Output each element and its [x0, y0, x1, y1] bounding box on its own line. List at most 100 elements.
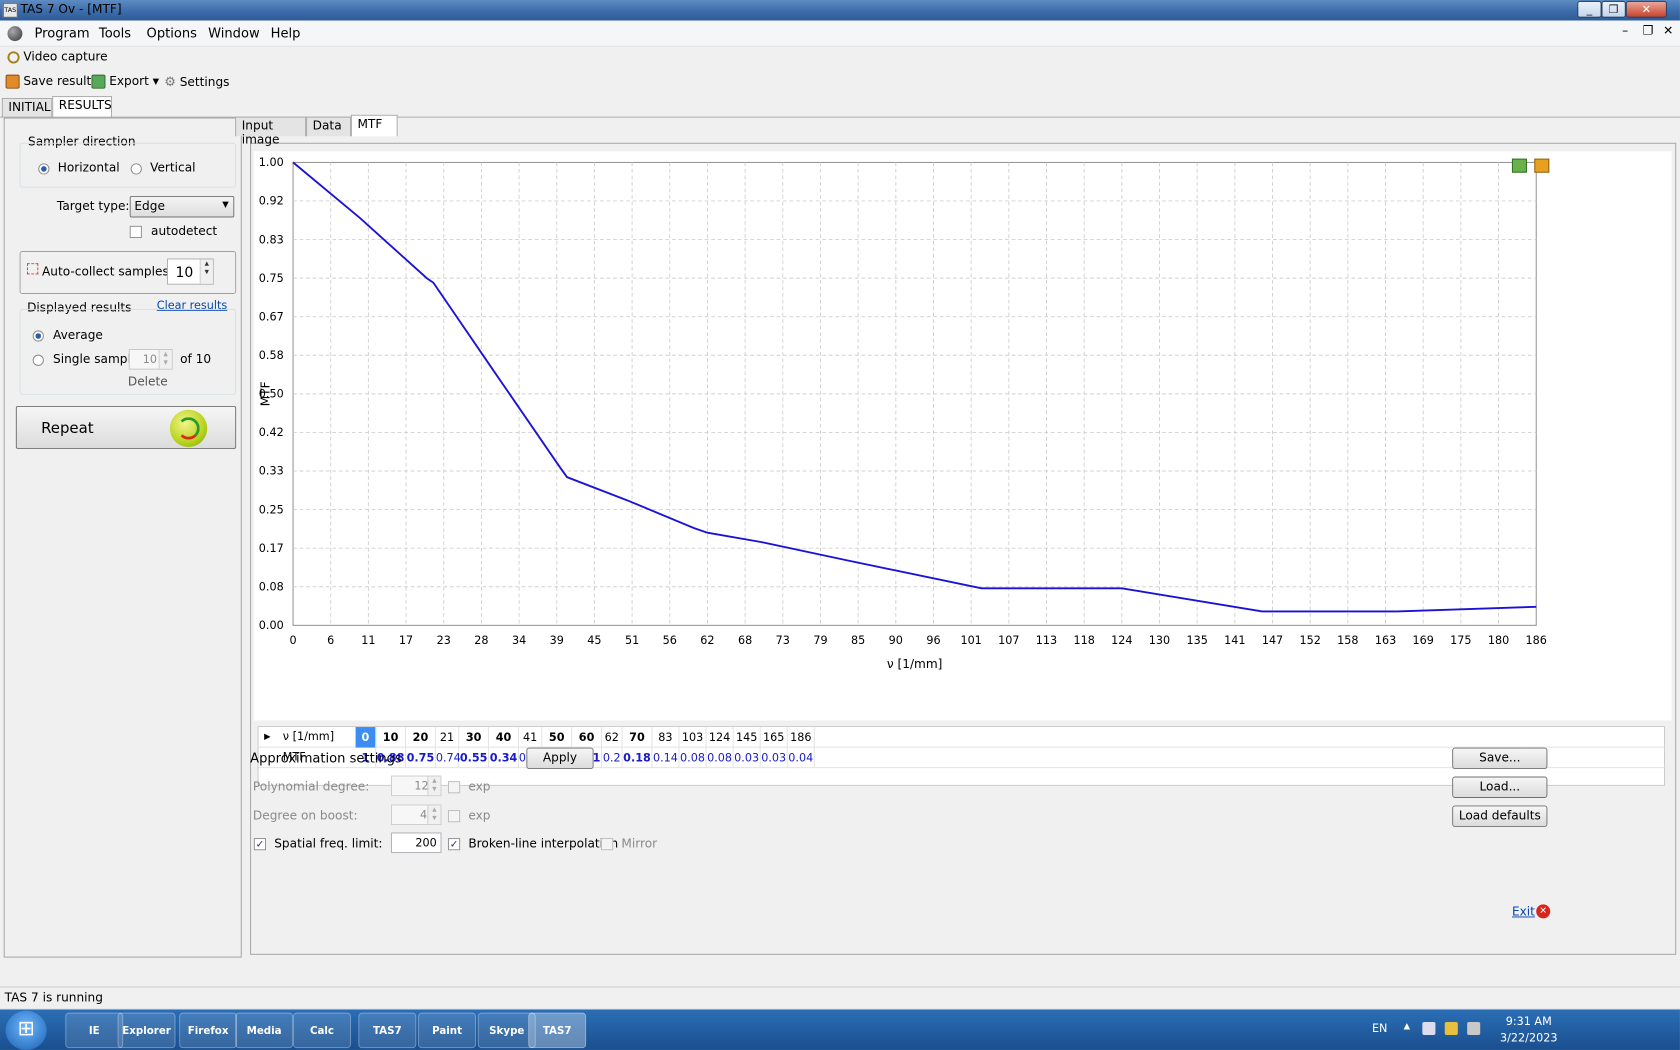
- poly-exp-checkbox[interactable]: exp: [447, 780, 490, 794]
- table-cell-mtf[interactable]: 0.08: [679, 747, 707, 769]
- menu-tools[interactable]: Tools: [99, 26, 131, 41]
- spatial-freq-checkbox[interactable]: ✓ Spatial freq. limit:: [253, 837, 383, 851]
- radio-horizontal[interactable]: Horizontal: [38, 161, 120, 176]
- radio-vertical[interactable]: Vertical: [130, 161, 196, 175]
- clock-date[interactable]: 3/22/2023: [1491, 1031, 1566, 1044]
- menu-program[interactable]: Program: [35, 26, 90, 41]
- table-cell-nu[interactable]: 20: [406, 727, 436, 748]
- table-cell-mtf[interactable]: 0.75: [406, 747, 436, 769]
- volume-icon[interactable]: [1467, 1021, 1481, 1036]
- exit-icon[interactable]: ✕: [1536, 904, 1551, 919]
- mirror-checkbox[interactable]: Mirror: [601, 837, 657, 851]
- mdi-close-button[interactable]: ✕: [1663, 24, 1673, 38]
- subtab-data[interactable]: Data: [306, 116, 351, 137]
- table-cell-mtf[interactable]: 0.03: [734, 747, 761, 769]
- chart-save-icon[interactable]: [1534, 158, 1550, 173]
- close-button[interactable]: ✕: [1625, 0, 1667, 18]
- table-cell-mtf[interactable]: 0.04: [788, 747, 815, 769]
- chart-export-icon[interactable]: [1511, 158, 1527, 173]
- table-cell-nu[interactable]: 60: [572, 727, 602, 748]
- menu-help[interactable]: Help: [271, 26, 301, 41]
- table-cell-mtf[interactable]: 0.2: [602, 747, 623, 769]
- clock-time[interactable]: 9:31 AM: [1491, 1014, 1566, 1027]
- taskbar-app-3[interactable]: Firefox: [179, 1012, 238, 1049]
- table-cell-mtf[interactable]: 0.18: [623, 747, 653, 769]
- export-button[interactable]: Export ▼: [91, 74, 159, 89]
- subtab-mtf[interactable]: MTF: [350, 114, 398, 137]
- radio-single-sample[interactable]: Single sample: [32, 353, 139, 367]
- radio-horizontal-label: Horizontal: [57, 161, 120, 176]
- tab-results[interactable]: RESULTS: [52, 96, 112, 118]
- mdi-minimize-button[interactable]: –: [1622, 24, 1628, 38]
- taskbar-app-1[interactable]: IE: [65, 1012, 124, 1049]
- taskbar-app-2[interactable]: Explorer: [117, 1012, 176, 1049]
- table-cell-mtf[interactable]: 0.74: [436, 747, 461, 769]
- menu-window[interactable]: Window: [208, 26, 260, 41]
- spin-arrows-icon[interactable]: ▲ ▼: [427, 805, 441, 825]
- table-cell-mtf[interactable]: 0.34: [489, 747, 519, 769]
- load-settings-button[interactable]: Load...: [1452, 776, 1548, 798]
- repeat-button[interactable]: Repeat: [15, 405, 237, 449]
- table-cell-nu[interactable]: 83: [652, 727, 680, 748]
- boost-exp-checkbox[interactable]: exp: [447, 809, 490, 823]
- app-menu-icon[interactable]: [7, 26, 23, 42]
- taskbar-app-9[interactable]: TAS7: [528, 1012, 587, 1049]
- table-cell-nu[interactable]: 62: [602, 727, 623, 748]
- exit-link[interactable]: Exit: [1512, 905, 1535, 919]
- video-capture-button[interactable]: Video capture: [7, 50, 108, 64]
- auto-collect-spinner[interactable]: 10 ▲ ▼: [167, 258, 214, 285]
- table-cell-mtf[interactable]: 0.14: [652, 747, 680, 769]
- subtab-input-image[interactable]: Input image: [235, 116, 307, 147]
- minimize-button[interactable]: _: [1577, 0, 1602, 18]
- table-cell-nu[interactable]: 41: [519, 727, 543, 748]
- table-cell-nu[interactable]: 145: [734, 727, 761, 748]
- tray-expand-icon[interactable]: ▲: [1404, 1022, 1410, 1031]
- spin-arrows-icon[interactable]: ▲ ▼: [158, 349, 172, 369]
- table-cell-mtf[interactable]: 0.55: [459, 747, 490, 769]
- radio-average[interactable]: Average: [32, 329, 103, 343]
- tab-initial[interactable]: INITIAL: [1, 97, 53, 118]
- save-results-button[interactable]: Save results: [5, 74, 98, 89]
- autodetect-checkbox[interactable]: autodetect: [129, 225, 217, 239]
- target-type-select[interactable]: Edge ▼: [129, 195, 235, 218]
- taskbar-app-8[interactable]: Skype: [477, 1012, 536, 1049]
- table-cell-mtf[interactable]: 0.08: [707, 747, 734, 769]
- single-sample-spinner[interactable]: 10 ▲ ▼: [128, 349, 173, 370]
- action-center-icon[interactable]: [1422, 1021, 1436, 1036]
- spin-arrows-icon[interactable]: ▲ ▼: [427, 776, 441, 796]
- degree-boost-spinner[interactable]: 4 ▲ ▼: [391, 804, 442, 826]
- start-button[interactable]: ⊞: [5, 1010, 47, 1050]
- taskbar-app-6[interactable]: TAS7: [358, 1012, 417, 1049]
- table-cell-nu[interactable]: 0: [355, 727, 377, 748]
- network-icon[interactable]: [1444, 1021, 1458, 1036]
- spin-arrows-icon[interactable]: ▲ ▼: [199, 259, 213, 284]
- menu-options[interactable]: Options: [147, 26, 197, 41]
- table-cell-nu[interactable]: 40: [489, 727, 519, 748]
- table-cell-nu[interactable]: 50: [542, 727, 573, 748]
- table-cell-nu[interactable]: 70: [623, 727, 653, 748]
- table-cell-nu[interactable]: 30: [459, 727, 490, 748]
- load-defaults-button[interactable]: Load defaults: [1452, 805, 1548, 827]
- table-cell-nu[interactable]: 186: [788, 727, 815, 748]
- table-cell-nu[interactable]: 124: [707, 727, 734, 748]
- spatial-freq-input[interactable]: 200: [391, 832, 442, 854]
- taskbar-app-7[interactable]: Paint: [418, 1012, 476, 1049]
- taskbar-app-5[interactable]: Calc: [293, 1012, 351, 1049]
- table-cell-nu[interactable]: 10: [376, 727, 406, 748]
- x-tick-label: 130: [1149, 634, 1170, 647]
- broken-line-checkbox[interactable]: ✓ Broken-line interpolation: [447, 837, 618, 851]
- restore-button[interactable]: ❐: [1601, 0, 1626, 18]
- table-cell-nu[interactable]: 21: [436, 727, 460, 748]
- apply-button[interactable]: Apply: [526, 747, 594, 770]
- settings-button[interactable]: ⚙ Settings: [164, 75, 229, 90]
- table-cell-mtf[interactable]: 0.03: [761, 747, 788, 769]
- table-cell-nu[interactable]: 165: [761, 727, 788, 748]
- polynomial-degree-spinner[interactable]: 12 ▲ ▼: [391, 775, 442, 797]
- language-indicator[interactable]: EN: [1372, 1022, 1387, 1035]
- save-settings-button[interactable]: Save...: [1452, 747, 1548, 770]
- x-tick-label: 39: [550, 634, 564, 647]
- taskbar-app-4[interactable]: Media: [235, 1012, 294, 1049]
- mdi-restore-button[interactable]: ❐: [1643, 24, 1654, 38]
- table-cell-nu[interactable]: 103: [679, 727, 707, 748]
- delete-button[interactable]: Delete: [128, 375, 168, 389]
